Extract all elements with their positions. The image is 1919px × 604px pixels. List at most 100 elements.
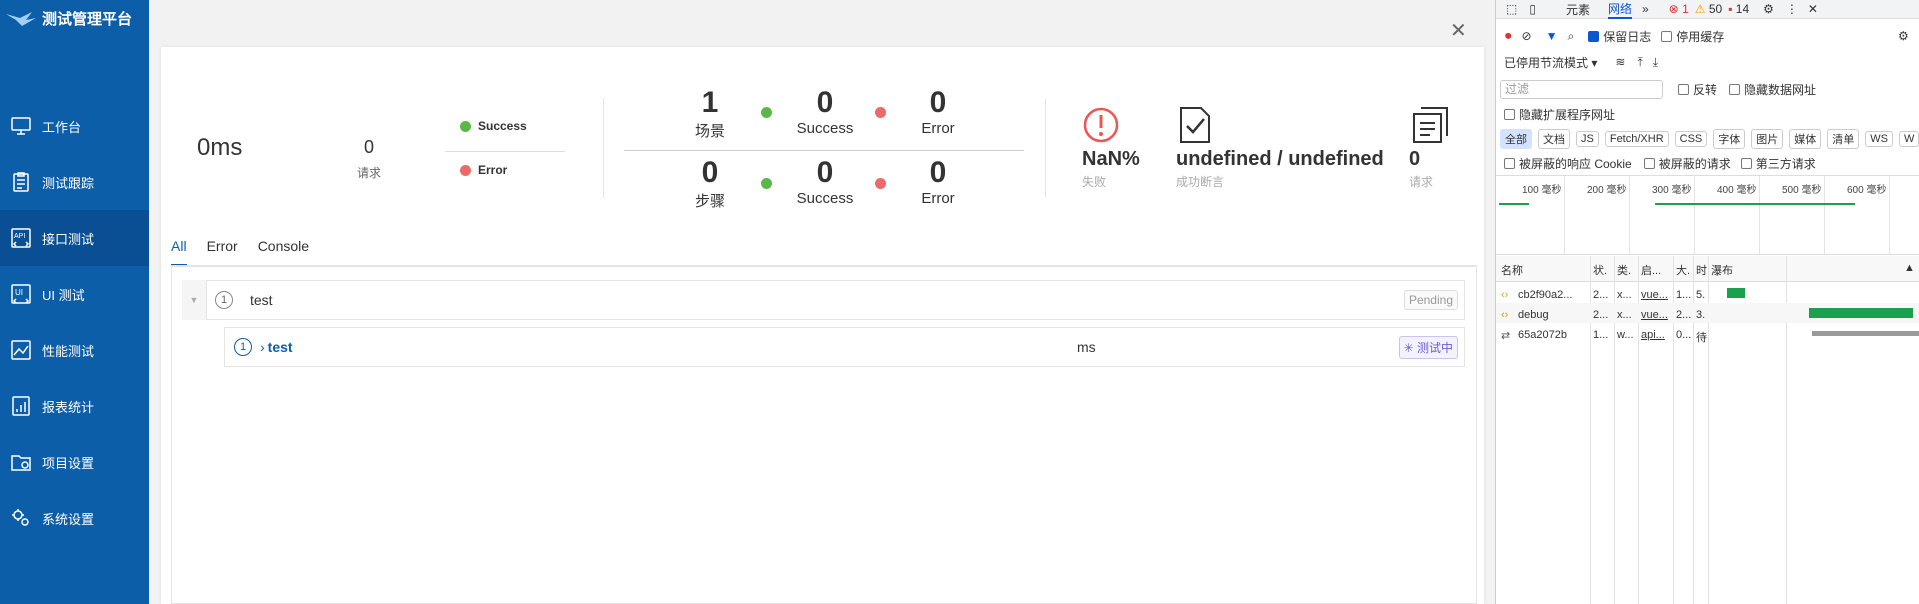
- chevron-right-icon[interactable]: ›: [260, 339, 265, 355]
- blocked-requests-checkbox[interactable]: 被屏蔽的请求: [1643, 155, 1731, 172]
- settings-icon[interactable]: ⚙: [1763, 2, 1774, 16]
- search-icon[interactable]: ⌕: [1567, 29, 1574, 44]
- record-stop-icon[interactable]: ⏺: [1505, 28, 1512, 44]
- filter-manifest[interactable]: 清单: [1827, 129, 1860, 149]
- request-row[interactable]: ‹› cb2f90a2... 2... x... vue... 1... 5.: [1496, 283, 1919, 303]
- filter-js[interactable]: JS: [1576, 131, 1599, 147]
- sidebar-item-project-settings[interactable]: 项目设置: [0, 434, 149, 490]
- tab-elements[interactable]: 元素: [1566, 1, 1590, 18]
- error-count-icon[interactable]: ⊗ 1: [1669, 2, 1689, 16]
- sidebar-item-label: 接口测试: [42, 231, 95, 247]
- filter-all[interactable]: 全部: [1500, 129, 1532, 149]
- filter-fetch[interactable]: Fetch/XHR: [1604, 131, 1669, 147]
- col-size[interactable]: 大.: [1676, 262, 1690, 278]
- step-row[interactable]: 1 › test ms ✳ 测试中: [224, 327, 1465, 367]
- tab-error[interactable]: Error: [207, 238, 238, 254]
- collapse-caret-icon[interactable]: ▼: [182, 280, 206, 320]
- col-time[interactable]: 时: [1696, 262, 1707, 278]
- folder-icon: [11, 455, 31, 471]
- filter-media[interactable]: 媒体: [1789, 129, 1822, 149]
- legend-success: Success: [460, 119, 527, 133]
- tick-label: 100 毫秒: [1522, 185, 1562, 196]
- request-row[interactable]: ‹› debug 2... x... vue... 2... 3.: [1496, 303, 1919, 323]
- disable-cache-checkbox[interactable]: 停用缓存: [1661, 28, 1724, 45]
- blocked-cookies-checkbox[interactable]: 被屏蔽的响应 Cookie: [1504, 155, 1632, 172]
- waterfall-bar: [1809, 308, 1913, 318]
- sidebar-item-api-test[interactable]: API 接口测试: [0, 210, 149, 266]
- api-icon: API: [11, 228, 31, 248]
- third-party-checkbox[interactable]: 第三方请求: [1740, 155, 1816, 172]
- issues-count-icon[interactable]: ▪ 14: [1728, 2, 1749, 16]
- success-dot: [761, 178, 772, 189]
- bird-logo-icon: [6, 11, 36, 26]
- filter-font[interactable]: 字体: [1713, 129, 1746, 149]
- overview-bar: [1499, 203, 1529, 205]
- col-waterfall[interactable]: 瀑布: [1711, 262, 1733, 278]
- step-name[interactable]: test: [268, 339, 293, 355]
- sidebar-item-system-settings[interactable]: 系统设置: [0, 490, 149, 546]
- filter-img[interactable]: 图片: [1751, 129, 1784, 149]
- app-logo[interactable]: 测试管理平台: [6, 8, 132, 29]
- divider: [1045, 98, 1046, 198]
- legend-divider: [445, 151, 565, 152]
- xhr-icon: ‹›: [1501, 289, 1509, 301]
- scenario-row[interactable]: 1 test Pending: [206, 280, 1465, 320]
- device-icon[interactable]: ▯: [1529, 2, 1536, 16]
- sidebar-item-label: UI 测试: [42, 287, 85, 303]
- invert-checkbox[interactable]: 反转: [1678, 81, 1717, 98]
- sidebar-item-label: 工作台: [42, 119, 82, 135]
- tab-network[interactable]: 网络: [1607, 0, 1632, 19]
- close-icon[interactable]: ✕: [1450, 18, 1467, 43]
- fail-rate: NaN% 失败: [1082, 148, 1140, 189]
- wifi-icon[interactable]: ≋: [1615, 55, 1625, 69]
- hide-data-urls-checkbox[interactable]: 隐藏数据网址: [1729, 81, 1816, 98]
- more-tabs-icon[interactable]: »: [1642, 2, 1649, 16]
- sidebar-item-label: 报表统计: [42, 399, 95, 415]
- status-badge: Pending: [1403, 290, 1458, 310]
- filter-wasm[interactable]: W: [1899, 131, 1919, 147]
- tab-console[interactable]: Console: [258, 238, 309, 254]
- assertions: undefined / undefined 成功断言: [1176, 148, 1384, 189]
- filter-doc[interactable]: 文档: [1538, 129, 1570, 149]
- warning-count-icon[interactable]: ⚠ 50: [1695, 2, 1722, 16]
- sidebar-item-reports[interactable]: 报表统计: [0, 378, 149, 434]
- col-status[interactable]: 状.: [1593, 262, 1607, 278]
- result-tabs: All Error Console: [171, 238, 329, 254]
- kebab-menu-icon[interactable]: ⋮: [1786, 2, 1798, 16]
- sidebar-item-label: 系统设置: [42, 511, 95, 527]
- preserve-log-checkbox[interactable]: 保留日志: [1588, 28, 1651, 45]
- svg-text:API: API: [14, 233, 25, 240]
- clear-icon[interactable]: ⊘: [1522, 29, 1532, 43]
- scenario-name: test: [250, 292, 273, 308]
- sidebar-item-label: 测试跟踪: [42, 175, 95, 191]
- import-har-icon[interactable]: ⤒: [1637, 55, 1642, 70]
- sort-up-icon[interactable]: ▲: [1904, 262, 1915, 274]
- overview-bar: [1655, 203, 1855, 205]
- waterfall-overview: 100 毫秒 200 毫秒 300 毫秒 400 毫秒 500 毫秒 600 毫…: [1496, 175, 1919, 255]
- col-name[interactable]: 名称: [1501, 262, 1523, 278]
- export-har-icon[interactable]: ⤓: [1653, 55, 1658, 70]
- websocket-icon: ⇄: [1501, 330, 1511, 342]
- sidebar-item-test-track[interactable]: 测试跟踪: [0, 154, 149, 210]
- col-type[interactable]: 类.: [1617, 262, 1631, 278]
- filter-icon[interactable]: ▼: [1546, 29, 1558, 43]
- ui-icon: UI: [11, 284, 31, 304]
- filter-input[interactable]: 过滤: [1500, 79, 1663, 99]
- close-devtools-icon[interactable]: ✕: [1808, 2, 1818, 16]
- filter-css[interactable]: CSS: [1674, 131, 1708, 147]
- inspect-icon[interactable]: ⬚: [1506, 2, 1517, 16]
- tab-all[interactable]: All: [171, 238, 187, 254]
- sidebar-item-ui-test[interactable]: UI UI 测试: [0, 266, 149, 322]
- sidebar-item-workbench[interactable]: 工作台: [0, 98, 149, 154]
- filter-ws[interactable]: WS: [1865, 131, 1893, 147]
- documents-icon: [1413, 107, 1448, 143]
- throttle-select[interactable]: 已停用节流模式 ▾: [1504, 54, 1597, 71]
- error-dot: [875, 107, 886, 118]
- col-initiator[interactable]: 启...: [1641, 262, 1661, 278]
- warning-circle-icon: [1083, 107, 1119, 143]
- request-row[interactable]: ⇄ 65a2072b 1... w... api... 0... 待: [1496, 323, 1919, 344]
- sidebar-item-label: 项目设置: [42, 455, 95, 471]
- sidebar-item-performance[interactable]: 性能测试: [0, 322, 149, 378]
- hide-extension-urls-checkbox[interactable]: 隐藏扩展程序网址: [1504, 106, 1615, 123]
- network-settings-icon[interactable]: ⚙: [1898, 29, 1909, 43]
